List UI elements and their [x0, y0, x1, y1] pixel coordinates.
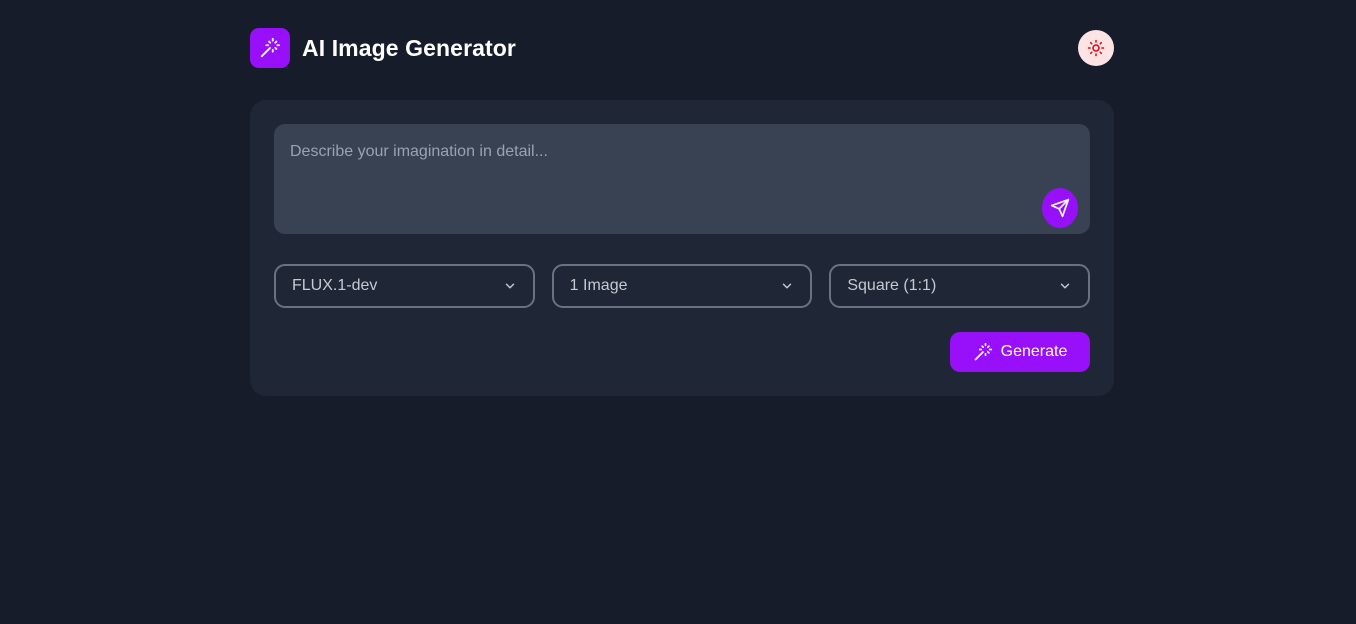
send-button[interactable] — [1042, 188, 1078, 228]
generate-button-label: Generate — [1000, 343, 1068, 360]
aspect-ratio-select-value: Square (1:1) — [847, 277, 937, 294]
app-title: AI Image Generator — [302, 34, 516, 61]
generate-button[interactable]: Generate — [950, 332, 1090, 372]
chevron-down-icon — [505, 283, 514, 289]
sun-icon — [1087, 39, 1105, 57]
prompt-container — [274, 124, 1090, 234]
options-row: FLUX.1-dev 1 Image Square (1:1) — [274, 264, 1091, 308]
model-select[interactable]: FLUX.1-dev — [274, 264, 535, 308]
image-count-select-value: 1 Image — [569, 277, 628, 294]
chevron-down-icon — [1060, 283, 1070, 289]
header: AI Image Generator — [250, 28, 1114, 68]
prompt-input[interactable] — [274, 124, 1090, 234]
logo — [250, 28, 290, 68]
send-icon — [1050, 198, 1070, 218]
generator-card: FLUX.1-dev 1 Image Square (1:1) — [250, 100, 1114, 396]
brand: AI Image Generator — [250, 28, 516, 68]
app-root: AI Image Generator FLUX.1-dev — [0, 0, 1356, 624]
theme-toggle-button[interactable] — [1078, 30, 1114, 66]
chevron-down-icon — [783, 283, 792, 289]
aspect-ratio-select[interactable]: Square (1:1) — [829, 264, 1091, 308]
image-count-select[interactable]: 1 Image — [551, 264, 813, 308]
magic-wand-icon — [974, 342, 992, 361]
model-select-value: FLUX.1-dev — [292, 277, 378, 294]
magic-wand-icon — [260, 37, 281, 58]
